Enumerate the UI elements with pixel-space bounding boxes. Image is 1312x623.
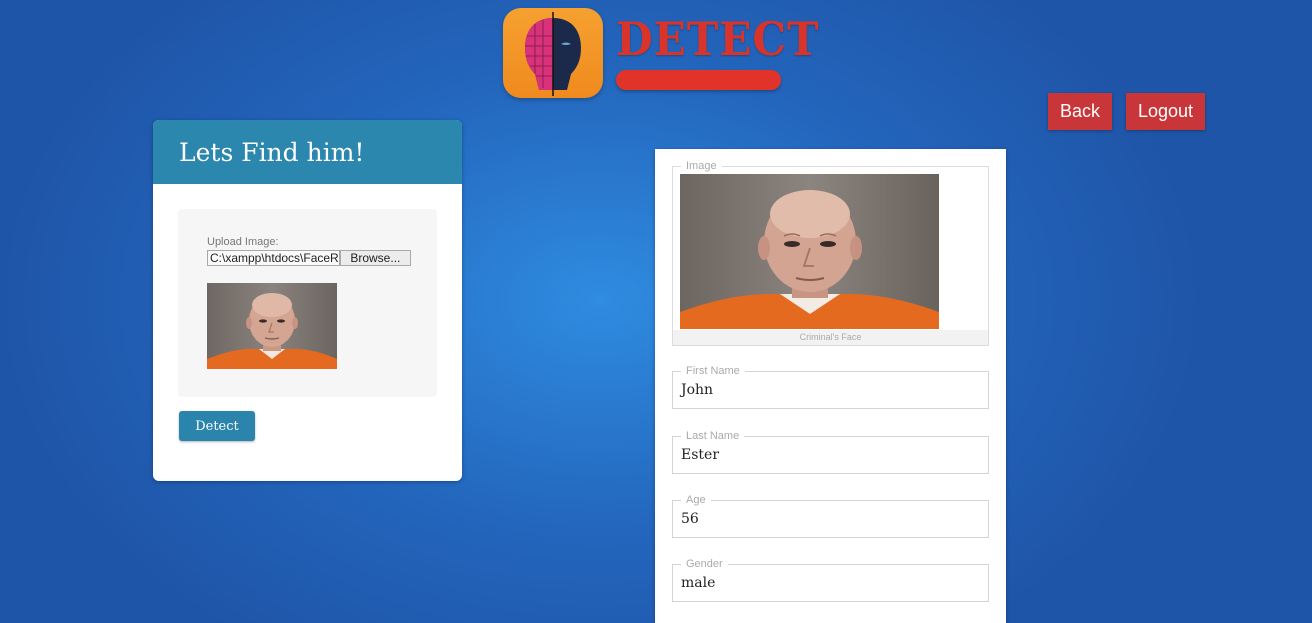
detect-logo: DETECT <box>503 8 818 100</box>
first-name-value: John <box>681 382 714 398</box>
first-name-legend: First Name <box>681 364 745 378</box>
image-caption: Criminal's Face <box>673 330 988 345</box>
file-input[interactable]: C:\xampp\htdocs\FaceRe Browse... <box>207 250 411 266</box>
first-name-field[interactable]: First Name John <box>672 364 989 409</box>
age-value: 56 <box>681 511 699 527</box>
logo-underline <box>616 70 781 90</box>
last-name-legend: Last Name <box>681 429 745 443</box>
face-scan-icon <box>503 8 603 98</box>
last-name-value: Ester <box>681 447 720 463</box>
gender-value: male <box>681 575 716 591</box>
find-card: Lets Find him! Upload Image: C:\xampp\ht… <box>153 120 462 481</box>
back-button[interactable]: Back <box>1048 93 1112 130</box>
age-legend: Age <box>681 493 711 507</box>
find-card-title: Lets Find him! <box>153 120 462 184</box>
image-legend: Image <box>681 159 722 173</box>
logo-text: DETECT <box>616 12 820 66</box>
file-path-field[interactable]: C:\xampp\htdocs\FaceRe <box>207 250 340 266</box>
uploaded-photo-thumbnail <box>207 283 337 369</box>
age-field[interactable]: Age 56 <box>672 493 989 538</box>
image-fieldset: Image Criminal's Face <box>672 159 989 346</box>
logout-button[interactable]: Logout <box>1126 93 1205 130</box>
upload-label: Upload Image: <box>207 236 279 248</box>
criminal-details-card: Image Criminal's Face First Name John La… <box>655 149 1006 623</box>
gender-field[interactable]: Gender male <box>672 557 989 602</box>
detect-button[interactable]: Detect <box>179 411 255 441</box>
gender-legend: Gender <box>681 557 728 571</box>
upload-panel: Upload Image: C:\xampp\htdocs\FaceRe Bro… <box>178 209 437 397</box>
last-name-field[interactable]: Last Name Ester <box>672 429 989 474</box>
criminal-photo <box>680 174 939 329</box>
browse-button[interactable]: Browse... <box>339 250 411 266</box>
